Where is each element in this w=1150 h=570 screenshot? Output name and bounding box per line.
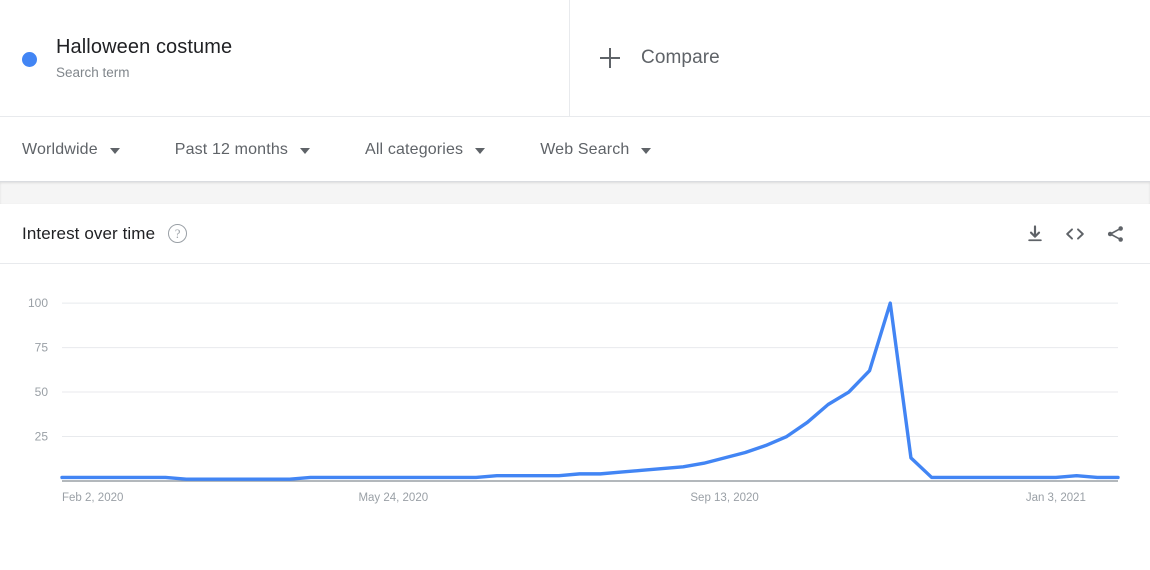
embed-code-icon[interactable] xyxy=(1062,221,1088,247)
x-axis-tick-label: May 24, 2020 xyxy=(358,492,428,504)
filter-search-type-label: Web Search xyxy=(540,140,630,158)
filter-location[interactable]: Worldwide xyxy=(22,141,120,159)
y-axis-tick-label: 50 xyxy=(35,385,49,399)
interest-over-time-card: Interest over time ? 25 50 75 100 Feb 2,… xyxy=(0,204,1150,570)
y-axis-tick-label: 25 xyxy=(35,430,49,444)
search-term-subtitle: Search term xyxy=(56,64,130,80)
y-axis-tick-label: 100 xyxy=(28,296,48,310)
help-icon[interactable]: ? xyxy=(168,224,188,243)
add-comparison-button[interactable]: Compare xyxy=(570,0,1150,116)
x-axis-tick-label: Feb 2, 2020 xyxy=(62,492,123,504)
compare-label: Compare xyxy=(641,47,720,68)
filter-location-label: Worldwide xyxy=(22,140,98,158)
filter-bar: Worldwide Past 12 months All categories … xyxy=(0,117,1150,182)
download-icon[interactable] xyxy=(1022,221,1048,247)
filter-time-range-label: Past 12 months xyxy=(174,140,289,158)
search-term-card[interactable]: Halloween costume Search term xyxy=(0,0,570,116)
chevron-down-icon xyxy=(641,147,652,154)
filter-category-label: All categories xyxy=(365,140,464,158)
chart-plot-area[interactable]: 25 50 75 100 Feb 2, 2020 May 24, 2020 Sep 13, … xyxy=(0,264,1150,569)
filter-time-range[interactable]: Past 12 months xyxy=(174,140,311,159)
filter-category[interactable]: All categories xyxy=(365,140,486,159)
card-header: Interest over time ? xyxy=(0,204,1150,264)
section-divider xyxy=(0,182,1150,204)
share-icon[interactable] xyxy=(1102,221,1128,247)
chevron-down-icon xyxy=(475,147,486,154)
series-color-dot xyxy=(22,51,37,67)
card-title: Interest over time xyxy=(22,223,156,243)
x-axis-tick-label: Jan 3, 2021 xyxy=(1026,492,1086,504)
search-term-title: Halloween costume xyxy=(56,35,233,58)
interest-over-time-line-chart: 25 50 75 100 Feb 2, 2020 May 24, 2020 Sep 13, … xyxy=(28,296,1120,504)
y-axis-tick-label: 75 xyxy=(35,341,49,355)
filter-search-type[interactable]: Web Search xyxy=(540,140,652,159)
trend-line xyxy=(60,301,1120,481)
search-term-bar: Halloween costume Search term Compare xyxy=(0,0,1150,117)
x-axis-tick-label: Sep 13, 2020 xyxy=(690,492,758,504)
chevron-down-icon xyxy=(109,147,120,154)
plus-icon xyxy=(600,48,620,68)
chevron-down-icon xyxy=(300,147,311,154)
